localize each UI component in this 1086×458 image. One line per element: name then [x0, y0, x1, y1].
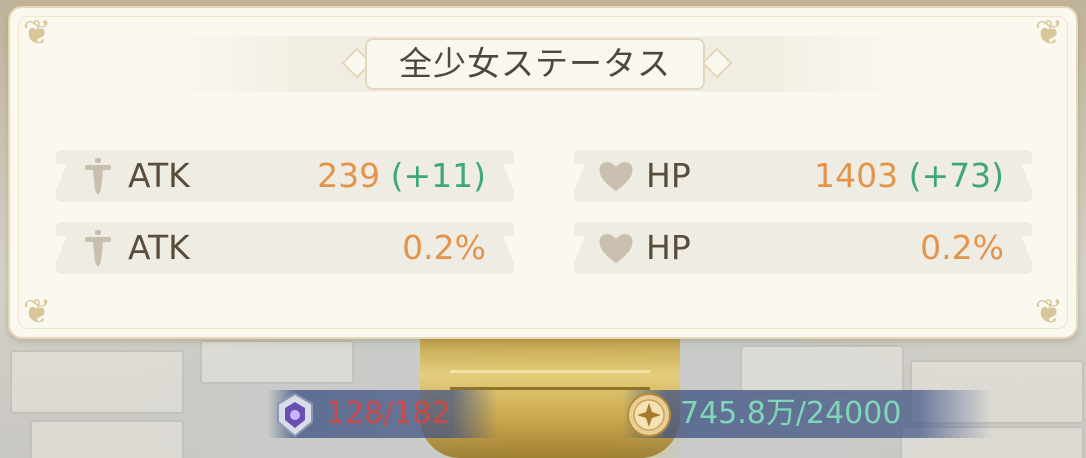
stat-bonus: (+73) [908, 156, 1004, 195]
corner-ornament-icon: ❦ [1034, 13, 1064, 53]
panel-title: 全少女ステータス [399, 44, 671, 83]
stat-row-atk: ATK 239 (+11) [56, 150, 514, 202]
resource-bar-crest[interactable]: 128/182 [268, 390, 498, 438]
stat-label: HP [646, 156, 691, 195]
stat-label: HP [646, 228, 691, 267]
heart-icon [599, 162, 633, 191]
sword-icon [85, 158, 111, 195]
sword-icon [85, 230, 111, 267]
stat-value: 0.2% [920, 228, 1004, 267]
stat-label: ATK [128, 228, 190, 267]
stat-value: 239 (+11) [317, 156, 486, 195]
corner-ornament-icon: ❦ [22, 13, 52, 53]
corner-ornament-icon: ❦ [22, 292, 52, 332]
stat-row-hp-percent: HP 0.2% [574, 222, 1032, 274]
stat-row-atk-percent: ATK 0.2% [56, 222, 514, 274]
stat-label: ATK [128, 156, 190, 195]
stat-value: 1403 (+73) [814, 156, 1004, 195]
stat-bonus: (+11) [390, 156, 486, 195]
resource-bar-coin[interactable]: 745.8万/24000 [622, 390, 992, 438]
corner-ornament-icon: ❦ [1034, 292, 1064, 332]
stat-row-hp: HP 1403 (+73) [574, 150, 1032, 202]
crest-icon [277, 392, 313, 438]
stat-value: 0.2% [402, 228, 486, 267]
heart-icon [599, 234, 633, 263]
resource-value: 745.8万/24000 [680, 396, 902, 431]
coin-icon [627, 393, 671, 437]
resource-value: 128/182 [326, 396, 451, 431]
